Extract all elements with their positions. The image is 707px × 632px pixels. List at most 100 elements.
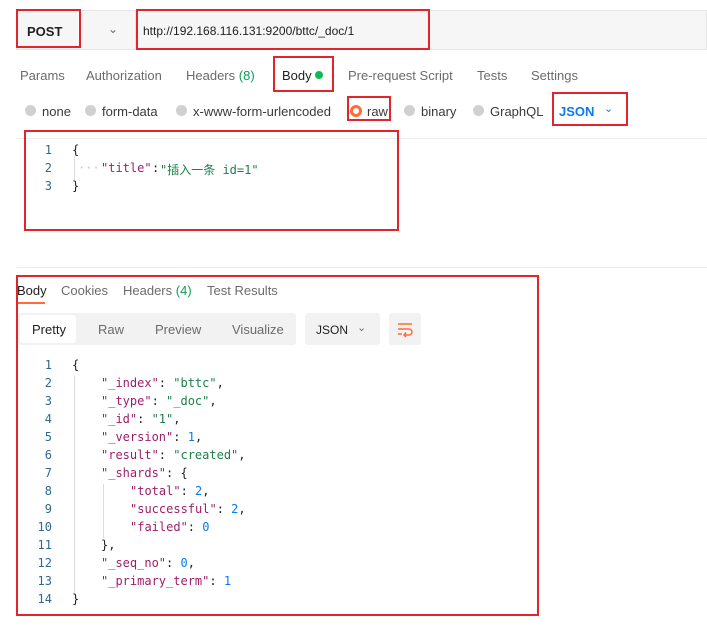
code-colon: : (209, 574, 224, 588)
request-body-editor[interactable] (17, 138, 707, 268)
line-number: 12 (37, 556, 52, 570)
code-key: "total" (130, 484, 181, 498)
indent-guide (103, 484, 104, 538)
response-tab-cookies[interactable]: Cookies (61, 283, 108, 298)
code-line: "result": "created", (101, 448, 246, 462)
code-key: "_seq_no" (101, 556, 167, 570)
code-line: "_version": 1, (101, 430, 202, 444)
tab-body[interactable]: Body (282, 68, 312, 83)
code-colon: : (216, 502, 232, 516)
code-comma: , (216, 376, 224, 390)
code-key: "_shards" (101, 466, 167, 480)
chevron-down-icon[interactable]: ⌄ (604, 102, 613, 115)
line-number: 6 (44, 448, 52, 462)
line-number: 2 (44, 161, 52, 175)
code-brace: { (180, 466, 188, 480)
tab-headers[interactable]: Headers (8) (186, 68, 255, 83)
code-line: "total": 2, (130, 484, 210, 498)
response-format-label: JSON (316, 323, 349, 337)
response-tab-test-results[interactable]: Test Results (207, 283, 278, 298)
code-number: 0 (202, 520, 210, 534)
radio-none-label: none (42, 104, 71, 119)
line-number: 1 (44, 358, 52, 372)
tab-pre-request-script[interactable]: Pre-request Script (348, 68, 453, 83)
code-line: "_id": "1", (101, 412, 181, 426)
code-brace: { (72, 143, 80, 157)
chevron-down-icon[interactable]: ⌄ (108, 22, 118, 36)
response-tab-headers-label: Headers (123, 283, 173, 298)
code-comma: , (187, 556, 195, 570)
code-comma: , (238, 448, 246, 462)
chevron-down-icon[interactable]: ⌄ (357, 321, 366, 334)
code-colon: : (151, 394, 167, 408)
tab-settings[interactable]: Settings (531, 68, 578, 83)
code-colon: : (158, 376, 174, 390)
response-tab-headers-count: (4) (175, 283, 192, 298)
code-key: "title" (101, 161, 152, 175)
code-key: "_primary_term" (101, 574, 210, 588)
code-line: "_seq_no": 0, (101, 556, 195, 570)
code-string: "created" (173, 448, 239, 462)
code-comma: , (202, 484, 210, 498)
radio-graphql[interactable] (473, 105, 484, 116)
radio-binary-label: binary (421, 104, 457, 119)
code-colon: : (137, 412, 152, 426)
code-number: 1 (223, 574, 232, 588)
line-number: 3 (44, 394, 52, 408)
line-number: 10 (37, 520, 52, 534)
code-key: "failed" (130, 520, 188, 534)
code-comma: , (194, 430, 203, 444)
radio-form-data[interactable] (85, 105, 96, 116)
radio-binary[interactable] (404, 105, 415, 116)
line-number: 7 (44, 466, 52, 480)
code-comma: , (238, 502, 246, 516)
view-preview-button[interactable]: Preview (155, 322, 201, 337)
code-string: "插入一条 id=1" (160, 163, 259, 177)
view-visualize-button[interactable]: Visualize (232, 322, 284, 337)
language-select[interactable]: JSON (559, 104, 594, 119)
line-number: 11 (37, 538, 52, 552)
line-number: 4 (44, 412, 52, 426)
modified-dot-icon (315, 71, 323, 79)
line-number: 9 (44, 502, 52, 516)
code-colon: : (152, 161, 160, 175)
code-brace: { (72, 358, 80, 372)
radio-raw-label: raw (367, 104, 388, 119)
tab-authorization[interactable]: Authorization (86, 68, 162, 83)
line-number: 2 (44, 376, 52, 390)
code-line: "_shards": { (101, 466, 188, 480)
code-colon: : (173, 430, 188, 444)
tab-tests[interactable]: Tests (477, 68, 507, 83)
code-brace: }, (101, 538, 116, 552)
code-colon: : (166, 556, 181, 570)
code-key: "_version" (101, 430, 174, 444)
radio-urlencoded[interactable] (176, 105, 187, 116)
radio-raw[interactable] (350, 105, 362, 117)
code-line: "successful": 2, (130, 502, 246, 516)
response-tab-body[interactable]: Body (17, 283, 47, 298)
code-string: "bttc" (173, 376, 217, 390)
tab-headers-label: Headers (186, 68, 236, 83)
code-line: "_primary_term": 1 (101, 574, 231, 588)
code-key: "_id" (101, 412, 138, 426)
response-tab-headers[interactable]: Headers (4) (123, 283, 192, 298)
wrap-lines-icon (398, 323, 413, 338)
code-key: "_type" (101, 394, 152, 408)
code-line: "failed": 0 (130, 520, 209, 534)
active-tab-indicator (17, 302, 45, 304)
radio-none[interactable] (25, 105, 36, 116)
code-comma: , (209, 394, 217, 408)
line-number: 8 (44, 484, 52, 498)
code-key: "_index" (101, 376, 159, 390)
radio-graphql-label: GraphQL (490, 104, 544, 119)
line-number: 3 (44, 179, 52, 193)
tab-params[interactable]: Params (20, 68, 65, 83)
line-number: 13 (37, 574, 52, 588)
indent-guide (74, 376, 75, 594)
code-string: "_doc" (166, 394, 210, 408)
indent-guide (74, 156, 75, 180)
view-raw-button[interactable]: Raw (98, 322, 124, 337)
tab-headers-count: (8) (238, 68, 255, 83)
line-number: 14 (37, 592, 52, 606)
code-line: "_type": "_doc", (101, 394, 217, 408)
